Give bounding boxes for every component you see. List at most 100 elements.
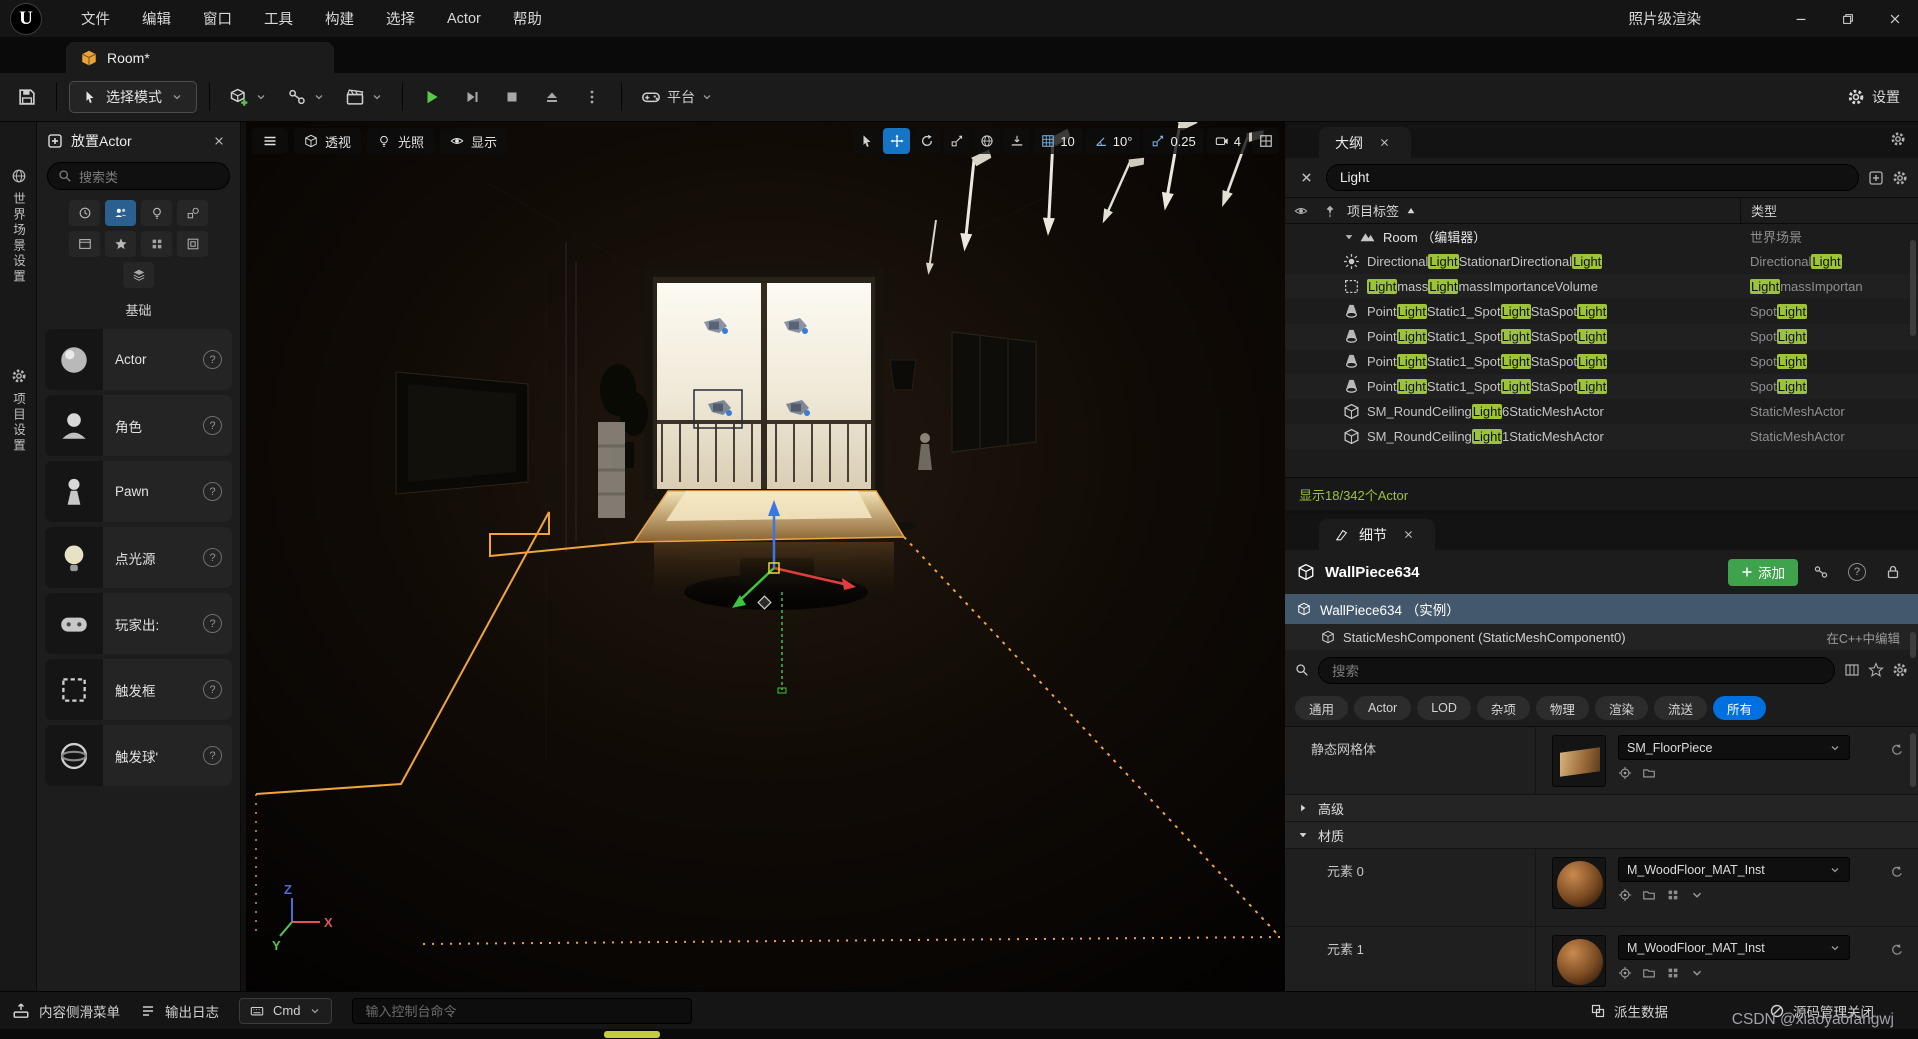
menu-item-选择[interactable]: 选择 xyxy=(371,1,430,36)
material-select[interactable]: M_WoodFloor_MAT_Inst xyxy=(1618,935,1850,960)
lock-icon[interactable] xyxy=(1880,559,1906,585)
details-settings-gear-icon[interactable] xyxy=(1892,662,1908,678)
cinematics-button[interactable] xyxy=(338,80,390,114)
display-options-icon[interactable] xyxy=(1844,662,1860,678)
tab-details[interactable]: 细节 xyxy=(1319,519,1435,550)
add-actor-button[interactable] xyxy=(222,80,274,114)
frame-skip-button[interactable] xyxy=(455,80,489,114)
stop-button[interactable] xyxy=(495,80,529,114)
content-drawer-button[interactable]: 内容侧滑菜单 xyxy=(12,1001,120,1021)
save-button[interactable] xyxy=(10,80,44,114)
grid-snap-control[interactable]: 10 xyxy=(1033,128,1082,154)
help-icon[interactable]: ? xyxy=(203,680,222,699)
outliner-search-input[interactable]: Light xyxy=(1326,164,1859,191)
derived-data-button[interactable]: 派生数据 xyxy=(1590,1001,1668,1021)
shapes-category-icon[interactable] xyxy=(177,200,208,226)
outliner-row[interactable]: SM_RoundCeilingLight6StaticMeshActorStat… xyxy=(1285,399,1918,424)
outliner-row[interactable]: PointLightStatic1_SpotLightStaSpotLightS… xyxy=(1285,349,1918,374)
use-selected-asset-icon[interactable] xyxy=(1618,888,1632,902)
filter-chip-物理[interactable]: 物理 xyxy=(1536,696,1589,720)
level-tab[interactable]: Room* xyxy=(66,42,334,73)
place-item-gamepad[interactable]: 玩家出:? xyxy=(45,593,232,654)
surface-snap-toggle[interactable] xyxy=(1003,128,1030,154)
outliner-settings-gear-icon[interactable] xyxy=(1890,131,1906,147)
expand-arrow-icon[interactable] xyxy=(1343,231,1355,243)
reset-to-default-icon[interactable] xyxy=(1890,865,1904,879)
browse-to-asset-icon[interactable] xyxy=(1642,966,1656,980)
editor-mode-select[interactable]: 选择模式 xyxy=(69,81,197,113)
all-classes-category-icon[interactable] xyxy=(123,262,154,288)
place-item-sphere[interactable]: Actor? xyxy=(45,329,232,390)
materials-section-header[interactable]: 材质 xyxy=(1285,822,1918,849)
menu-item-Actor[interactable]: Actor xyxy=(432,4,496,34)
blueprints-button[interactable] xyxy=(280,80,332,114)
material-grid-icon[interactable] xyxy=(1666,888,1680,902)
view-mode-dropdown[interactable]: 光照 xyxy=(367,128,434,154)
rotate-tool[interactable] xyxy=(913,128,940,154)
static-mesh-select[interactable]: SM_FloorPiece xyxy=(1618,735,1850,760)
viewport[interactable]: Z X Y 透视 光照 显示 10 10° xyxy=(246,122,1285,991)
outliner-row[interactable]: SM_RoundCeilingLight1StaticMeshActorStat… xyxy=(1285,424,1918,449)
project-settings-tab[interactable]: 项目设置 xyxy=(0,368,37,454)
outliner-row[interactable]: PointLightStatic1_SpotLightStaSpotLightS… xyxy=(1285,324,1918,349)
browse-to-asset-icon[interactable] xyxy=(1642,888,1656,902)
play-button[interactable] xyxy=(415,80,449,114)
component-row[interactable]: StaticMeshComponent (StaticMeshComponent… xyxy=(1285,624,1918,650)
geometry-category-icon[interactable] xyxy=(141,231,172,257)
pin-column-icon[interactable] xyxy=(1317,204,1343,218)
perspective-dropdown[interactable]: 透视 xyxy=(294,128,361,154)
outliner-row[interactable]: PointLightStatic1_SpotLightStaSpotLightS… xyxy=(1285,299,1918,324)
filter-chip-杂项[interactable]: 杂项 xyxy=(1477,696,1530,720)
place-item-bust[interactable]: 角色? xyxy=(45,395,232,456)
filter-chip-LOD[interactable]: LOD xyxy=(1417,696,1471,720)
help-icon[interactable]: ? xyxy=(1844,559,1870,585)
recent-category-icon[interactable] xyxy=(69,200,100,226)
volumes-category-icon[interactable] xyxy=(177,231,208,257)
help-icon[interactable]: ? xyxy=(203,350,222,369)
place-item-wirebox[interactable]: 触发框? xyxy=(45,659,232,720)
favorites-star-icon[interactable] xyxy=(1868,662,1884,678)
settings-button[interactable]: 设置 xyxy=(1847,87,1900,107)
filter-chip-渲染[interactable]: 渲染 xyxy=(1595,696,1648,720)
add-component-button[interactable]: 添加 xyxy=(1728,559,1798,586)
selected-instance-row[interactable]: WallPiece634 （实例） xyxy=(1285,594,1918,624)
outliner-row[interactable]: LightmassLightmassImportanceVolumeLightm… xyxy=(1285,274,1918,299)
close-icon[interactable] xyxy=(1397,524,1419,546)
rotation-snap-control[interactable]: 10° xyxy=(1086,128,1141,154)
type-column-header[interactable]: 类型 xyxy=(1740,198,1918,223)
filter-chip-通用[interactable]: 通用 xyxy=(1295,696,1348,720)
details-scrollbar[interactable] xyxy=(1910,733,1916,787)
world-local-toggle[interactable] xyxy=(973,128,1000,154)
close-icon[interactable] xyxy=(208,130,230,152)
help-icon[interactable]: ? xyxy=(203,416,222,435)
filter-chip-所有[interactable]: 所有 xyxy=(1713,696,1766,720)
details-search-input[interactable]: 搜索 xyxy=(1318,657,1835,684)
viewport-scene[interactable]: Z X Y xyxy=(246,122,1285,991)
outliner-row[interactable]: PointLightStatic1_SpotLightStaSpotLightS… xyxy=(1285,374,1918,399)
viewport-options-menu[interactable] xyxy=(252,128,288,154)
menu-item-文件[interactable]: 文件 xyxy=(66,1,125,36)
basic-category-icon[interactable] xyxy=(105,200,136,226)
cinematic-category-icon[interactable] xyxy=(69,231,100,257)
material-grid-icon[interactable] xyxy=(1666,966,1680,980)
help-icon[interactable]: ? xyxy=(203,482,222,501)
material-thumbnail[interactable] xyxy=(1552,857,1606,909)
place-item-wiresphere[interactable]: 触发球'? xyxy=(45,725,232,786)
console-command-input[interactable]: 输入控制台命令 xyxy=(352,998,692,1024)
minimize-button[interactable] xyxy=(1777,0,1824,37)
place-item-pawnfig[interactable]: Pawn? xyxy=(45,461,232,522)
use-selected-asset-icon[interactable] xyxy=(1618,966,1632,980)
platforms-dropdown[interactable]: 平台 xyxy=(634,80,720,114)
outliner-options-gear-icon[interactable] xyxy=(1892,170,1908,186)
menu-item-编辑[interactable]: 编辑 xyxy=(127,1,186,36)
eject-button[interactable] xyxy=(535,80,569,114)
filter-chip-Actor[interactable]: Actor xyxy=(1354,696,1411,720)
lights-category-icon[interactable] xyxy=(141,200,172,226)
place-item-bulbbig[interactable]: 点光源? xyxy=(45,527,232,588)
outliner-scrollbar[interactable] xyxy=(1910,240,1916,336)
visibility-column-eye-icon[interactable] xyxy=(1285,204,1317,218)
chevron-down-icon[interactable] xyxy=(1690,888,1704,902)
outliner-row[interactable]: DirectionalLightStationarDirectionalLigh… xyxy=(1285,249,1918,274)
scale-tool[interactable] xyxy=(943,128,970,154)
add-level-icon[interactable] xyxy=(1868,170,1884,186)
